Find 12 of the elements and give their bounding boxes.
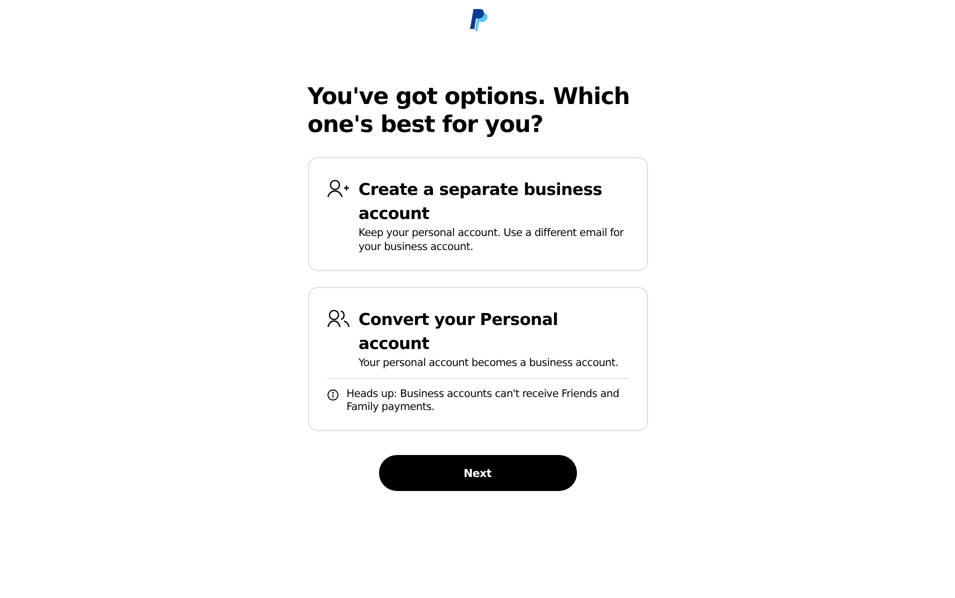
page-heading: You've got options. Which one's best for you? — [308, 83, 631, 139]
option-card[interactable]: Create a separate business account Keep your personal account. Use a different email for your business account. — [308, 157, 648, 271]
option-description: Your personal account becomes a business account. — [358, 356, 620, 370]
option-description: Keep your personal account. Use a different email for your business account. — [358, 226, 625, 254]
add-person-icon — [326, 179, 350, 199]
note-text: Heads up: Business accounts can't receive Friends and Family payments. — [346, 388, 620, 414]
next-button[interactable]: Next — [378, 455, 576, 491]
option-card[interactable]: Convert your Personal account Your personal account becomes a business account. Heads up: Business accounts can't receive Friends and Family payments. — [308, 287, 648, 431]
option-title: Create a separate business account — [358, 179, 604, 225]
option-title: Convert your Personal account — [358, 309, 559, 355]
info-icon — [326, 389, 338, 401]
people-icon — [326, 309, 350, 329]
